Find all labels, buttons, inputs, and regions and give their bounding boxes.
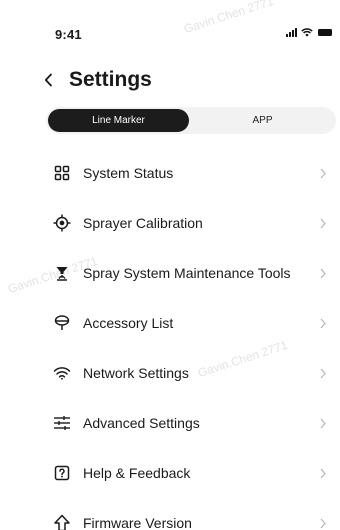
menu-item-label: System Status — [83, 165, 174, 181]
settings-menu: System Status Sprayer Calibration Spray … — [46, 148, 340, 530]
chevron-right-icon — [320, 167, 328, 179]
grid-icon — [50, 161, 74, 185]
chevron-right-icon — [320, 467, 328, 479]
chevron-right-icon — [320, 417, 328, 429]
menu-item-advanced-settings[interactable]: Advanced Settings — [46, 398, 340, 448]
accessory-icon — [50, 311, 74, 335]
cellular-signal-icon — [286, 28, 297, 37]
menu-item-label: Network Settings — [83, 365, 189, 381]
status-icons — [286, 28, 332, 37]
chevron-right-icon — [320, 317, 328, 329]
menu-item-accessory-list[interactable]: Accessory List — [46, 298, 340, 348]
page-title: Settings — [69, 68, 152, 91]
sliders-icon — [50, 411, 74, 435]
chevron-right-icon — [320, 517, 328, 529]
chevron-left-icon — [44, 73, 52, 87]
menu-item-help-feedback[interactable]: Help & Feedback — [46, 448, 340, 498]
menu-item-spray-system-maintenance-tools[interactable]: Spray System Maintenance Tools — [46, 248, 340, 298]
tab-switcher: Line Marker APP — [46, 107, 336, 134]
menu-item-sprayer-calibration[interactable]: Sprayer Calibration — [46, 198, 340, 248]
menu-item-system-status[interactable]: System Status — [46, 148, 340, 198]
crosshair-icon — [50, 211, 74, 235]
menu-item-label: Help & Feedback — [83, 465, 191, 481]
back-button[interactable] — [44, 68, 60, 92]
menu-item-firmware-version[interactable]: Firmware Version — [46, 498, 340, 530]
menu-item-label: Firmware Version — [83, 515, 192, 530]
menu-item-network-settings[interactable]: Network Settings — [46, 348, 340, 398]
status-time: 9:41 — [55, 27, 82, 42]
tab-line-marker[interactable]: Line Marker — [48, 109, 189, 132]
chevron-right-icon — [320, 367, 328, 379]
battery-icon — [318, 29, 332, 36]
wifi-icon — [50, 361, 74, 385]
menu-item-label: Sprayer Calibration — [83, 215, 203, 231]
wifi-status-icon — [301, 28, 313, 37]
menu-item-label: Spray System Maintenance Tools — [83, 265, 291, 281]
spray-nozzle-icon — [50, 261, 74, 285]
menu-item-label: Advanced Settings — [83, 415, 200, 431]
header: Settings — [44, 64, 152, 96]
menu-item-label: Accessory List — [83, 315, 174, 331]
help-icon — [50, 461, 74, 485]
tab-app[interactable]: APP — [189, 107, 336, 134]
chevron-right-icon — [320, 217, 328, 229]
upgrade-arrow-icon — [50, 511, 74, 530]
status-bar: 9:41 — [0, 0, 340, 56]
chevron-right-icon — [320, 267, 328, 279]
